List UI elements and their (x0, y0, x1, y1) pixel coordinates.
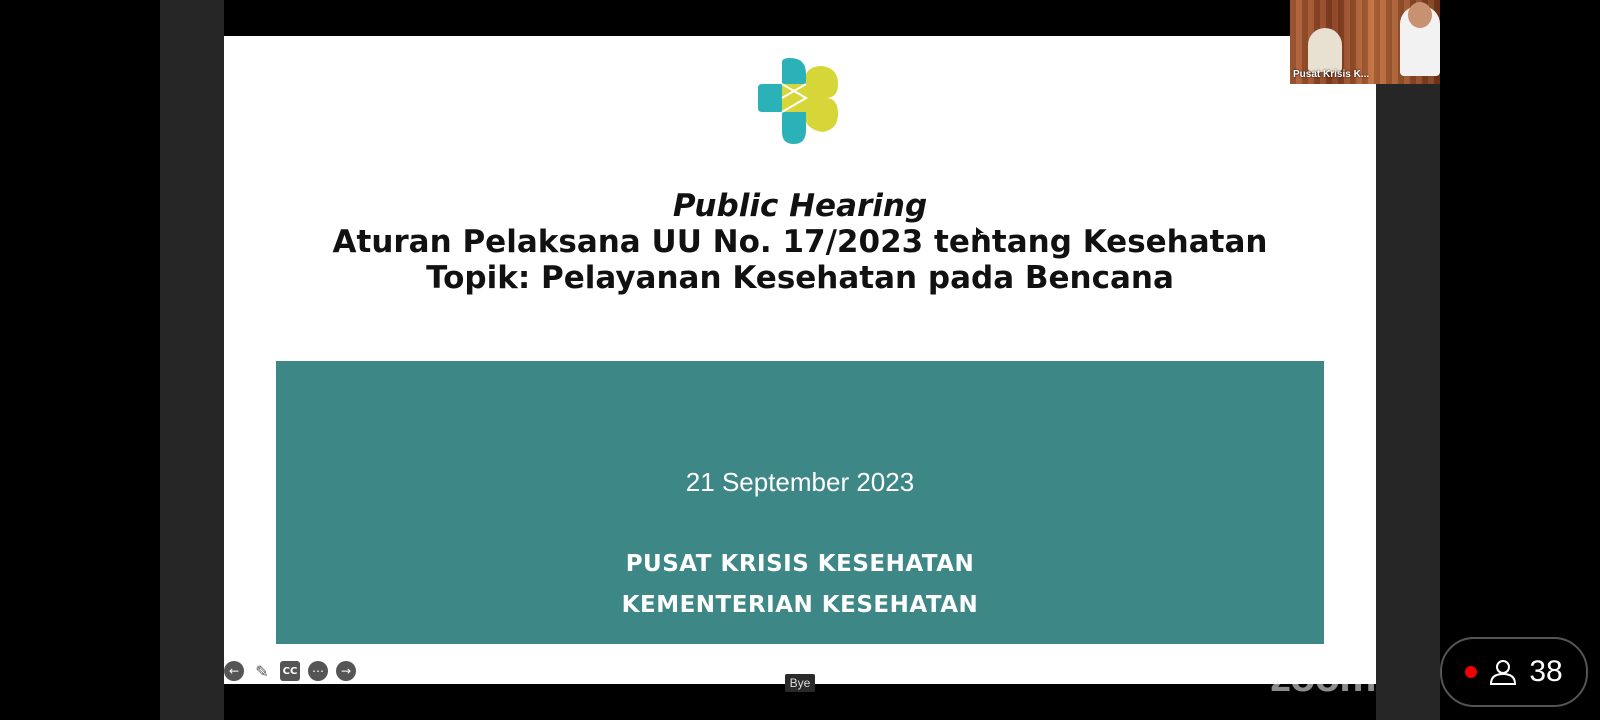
slide-title-line-2: Aturan Pelaksana UU No. 17/2023 tentang … (332, 224, 1268, 260)
participant-figure-right (1400, 2, 1440, 76)
slide-controls: ← ✎ CC ⋯ → (224, 660, 356, 682)
event-date: 21 September 2023 (685, 467, 915, 497)
participant-figure-left (1308, 28, 1342, 72)
shared-slide: Public Hearing Aturan Pelaksana UU No. 1… (224, 36, 1376, 684)
slide-title-block: Public Hearing Aturan Pelaksana UU No. 1… (224, 188, 1376, 296)
zoom-watermark: zoom (1270, 653, 1377, 700)
right-gray-band (1376, 0, 1440, 720)
person-icon (1489, 659, 1517, 685)
bye-label: Bye (785, 674, 815, 692)
org-line-2: KEMENTERIAN KESEHATAN (621, 592, 979, 618)
recording-dot-icon (1465, 666, 1478, 678)
participant-video-tile[interactable]: Pusat Krisis K... (1290, 0, 1440, 84)
kemenkes-logo (758, 58, 838, 144)
arrow-right-icon[interactable]: → (336, 661, 356, 681)
slide-title-line-3: Topik: Pelayanan Kesehatan pada Bencana (426, 260, 1174, 296)
video-tile-name: Pusat Krisis K... (1293, 69, 1370, 80)
slide-title-italic: Public Hearing (672, 188, 928, 224)
participants-button[interactable]: 38 (1440, 637, 1588, 707)
date-panel: 21 September 2023 PUSAT KRISIS KESEHATAN… (276, 361, 1324, 644)
more-icon[interactable]: ⋯ (308, 661, 328, 681)
left-gray-band (160, 0, 224, 720)
org-line-1: PUSAT KRISIS KESEHATAN (625, 551, 975, 577)
pencil-icon[interactable]: ✎ (252, 661, 272, 681)
arrow-left-icon[interactable]: ← (224, 661, 244, 681)
mouse-pointer-icon (976, 224, 984, 238)
cc-button[interactable]: CC (280, 661, 300, 681)
participant-count: 38 (1529, 655, 1563, 688)
